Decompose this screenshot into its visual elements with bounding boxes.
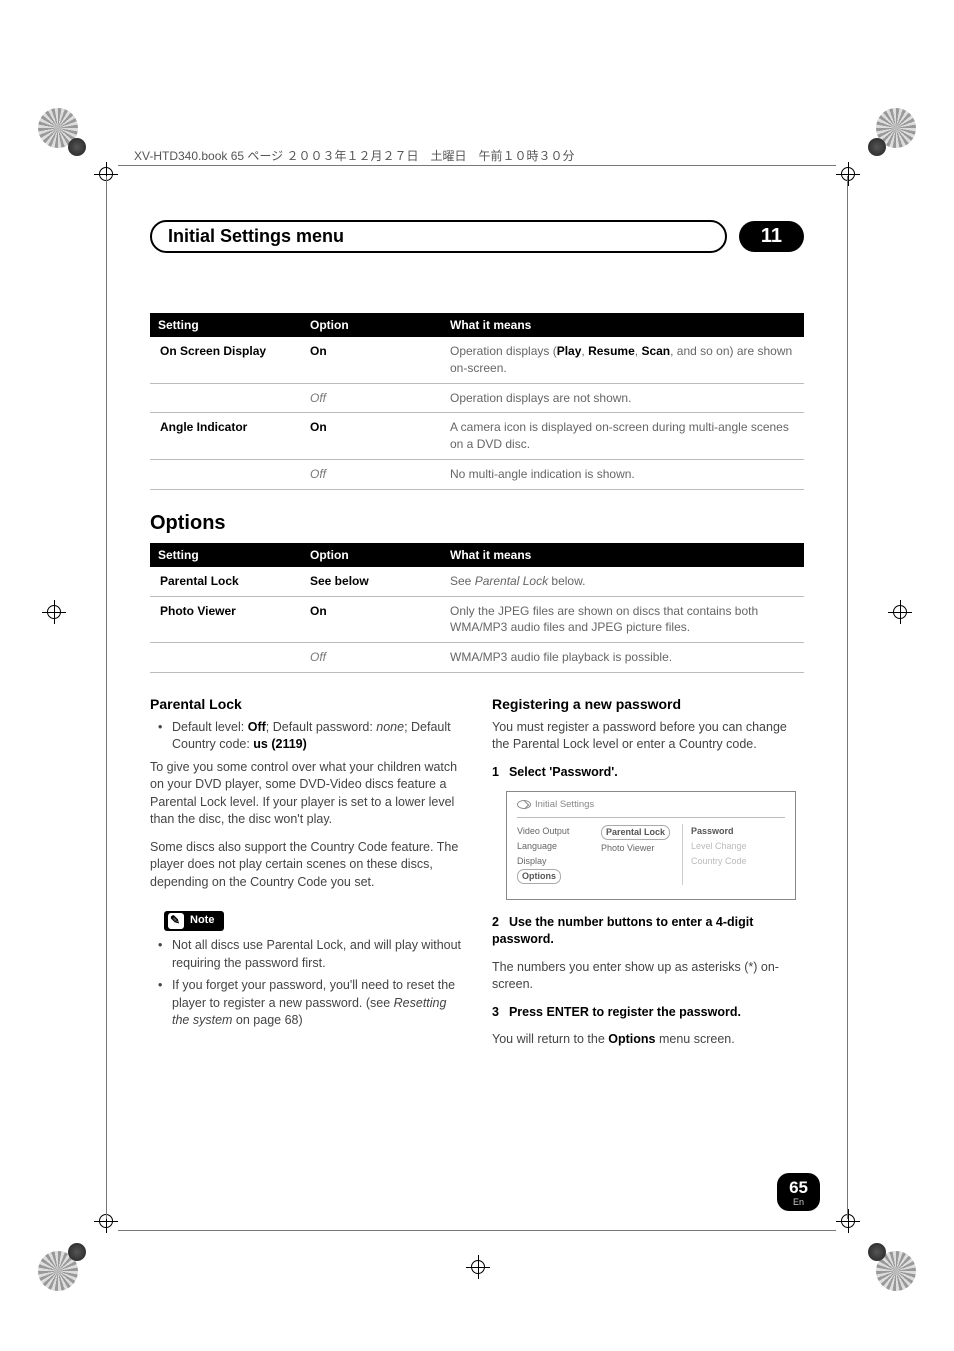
osd-menu-item: Photo Viewer — [601, 841, 676, 856]
table-body: Parental Lock See below See Parental Loc… — [150, 567, 804, 673]
table-header: What it means — [440, 313, 804, 337]
two-column-layout: Parental Lock Default level: Off; Defaul… — [150, 695, 804, 1059]
option-meaning: Operation displays are not shown. — [440, 383, 804, 413]
option-value: Off — [300, 459, 440, 489]
note-list: Not all discs use Parental Lock, and wil… — [150, 937, 462, 1030]
osd-left-menu: Video Output Language Display Options — [517, 824, 593, 884]
option-value: Off — [300, 383, 440, 413]
osd-menu-item-active: Password — [691, 824, 785, 839]
section-heading-options: Options — [150, 512, 804, 535]
osd-screenshot: Initial Settings Video Output Language D… — [506, 791, 796, 900]
chapter-number-badge: 11 — [739, 221, 804, 252]
crop-line — [118, 165, 836, 166]
crop-line — [106, 176, 107, 1219]
option-value: On — [300, 413, 440, 460]
page-language: En — [789, 1198, 808, 1207]
setting-name — [150, 643, 300, 673]
osd-right-menu: Password Level Change Country Code — [691, 824, 785, 884]
step-heading: 1Select 'Password'. — [492, 764, 804, 782]
list-item: Default level: Off; Default password: no… — [162, 719, 462, 754]
table-header: What it means — [440, 543, 804, 567]
table-header: Setting — [150, 543, 300, 567]
defaults-list: Default level: Off; Default password: no… — [150, 719, 462, 754]
table-row: Angle Indicator On A camera icon is disp… — [150, 413, 804, 460]
list-item: If you forget your password, you'll need… — [162, 977, 462, 1030]
option-meaning: A camera icon is displayed on-screen dur… — [440, 413, 804, 460]
page-content: Initial Settings menu 11 Setting Option … — [150, 215, 804, 1059]
option-meaning: WMA/MP3 audio file playback is possible. — [440, 643, 804, 673]
page-number: 65 — [789, 1179, 808, 1196]
osd-menu-item: Display — [517, 854, 593, 869]
table-header: Option — [300, 313, 440, 337]
osd-menu-item: Language — [517, 839, 593, 854]
osd-grid: Video Output Language Display Options Pa… — [517, 824, 785, 884]
corner-decoration-br — [864, 1239, 916, 1291]
settings-table-options: Setting Option What it means Parental Lo… — [150, 543, 804, 673]
table-row: Photo Viewer On Only the JPEG files are … — [150, 596, 804, 643]
settings-table-display: Setting Option What it means On Screen D… — [150, 313, 804, 490]
note-label: Note — [190, 913, 214, 928]
osd-menu-item-dim: Country Code — [691, 854, 785, 869]
divider — [517, 817, 785, 818]
option-meaning: See Parental Lock below. — [440, 567, 804, 596]
option-meaning: Only the JPEG files are shown on discs t… — [440, 596, 804, 643]
table-row: Off No multi-angle indication is shown. — [150, 459, 804, 489]
source-file-header: XV-HTD340.book 65 ページ ２００３年１２月２７日 土曜日 午前… — [134, 147, 575, 164]
crosshair-icon — [836, 1209, 860, 1233]
chapter-title-bar: Initial Settings menu 11 — [150, 220, 804, 253]
step-heading: 3Press ENTER to register the password. — [492, 1004, 804, 1022]
osd-title: Initial Settings — [517, 798, 785, 811]
table-header: Option — [300, 543, 440, 567]
table-row: Parental Lock See below See Parental Loc… — [150, 567, 804, 596]
left-column: Parental Lock Default level: Off; Defaul… — [150, 695, 462, 1059]
body-text: The numbers you enter show up as asteris… — [492, 959, 804, 994]
table-row: On Screen Display On Operation displays … — [150, 337, 804, 383]
osd-mid-menu: Parental Lock Photo Viewer — [601, 824, 683, 884]
option-value: See below — [300, 567, 440, 596]
body-text: You must register a password before you … — [492, 719, 804, 754]
table-header: Setting — [150, 313, 300, 337]
osd-menu-item-selected: Options — [517, 868, 593, 885]
corner-decoration-tr — [864, 108, 916, 160]
table-row: Off Operation displays are not shown. — [150, 383, 804, 413]
list-item: Not all discs use Parental Lock, and wil… — [162, 937, 462, 972]
body-text: To give you some control over what your … — [150, 759, 462, 829]
option-meaning: Operation displays (Play, Resume, Scan, … — [440, 337, 804, 383]
page-title: Initial Settings menu — [150, 220, 727, 253]
option-value: On — [300, 596, 440, 643]
right-column: Registering a new password You must regi… — [492, 695, 804, 1059]
corner-decoration-tl — [38, 108, 90, 160]
option-meaning: No multi-angle indication is shown. — [440, 459, 804, 489]
osd-menu-item: Video Output — [517, 824, 593, 839]
table-body: On Screen Display On Operation displays … — [150, 337, 804, 489]
step-heading: 2Use the number buttons to enter a 4-dig… — [492, 914, 804, 949]
crosshair-icon — [888, 600, 912, 624]
crosshair-icon — [466, 1255, 490, 1279]
option-value: Off — [300, 643, 440, 673]
setting-name: Angle Indicator — [150, 413, 300, 460]
page-number-badge: 65 En — [777, 1173, 820, 1211]
body-text: Some discs also support the Country Code… — [150, 839, 462, 892]
crop-line — [847, 176, 848, 1219]
setting-name — [150, 459, 300, 489]
subsection-heading-registering: Registering a new password — [492, 695, 804, 715]
setting-name: On Screen Display — [150, 337, 300, 383]
disc-icon — [517, 800, 531, 809]
subsection-heading-parental-lock: Parental Lock — [150, 695, 462, 715]
crop-line — [118, 1230, 836, 1231]
crosshair-icon — [42, 600, 66, 624]
setting-name — [150, 383, 300, 413]
corner-decoration-bl — [38, 1239, 90, 1291]
option-value: On — [300, 337, 440, 383]
osd-menu-item-selected: Parental Lock — [601, 824, 676, 841]
note-badge: Note — [164, 911, 224, 931]
setting-name: Photo Viewer — [150, 596, 300, 643]
table-row: Off WMA/MP3 audio file playback is possi… — [150, 643, 804, 673]
osd-menu-item-dim: Level Change — [691, 839, 785, 854]
crosshair-icon — [836, 162, 860, 186]
setting-name: Parental Lock — [150, 567, 300, 596]
body-text: You will return to the Options menu scre… — [492, 1031, 804, 1049]
pencil-icon — [168, 913, 184, 929]
